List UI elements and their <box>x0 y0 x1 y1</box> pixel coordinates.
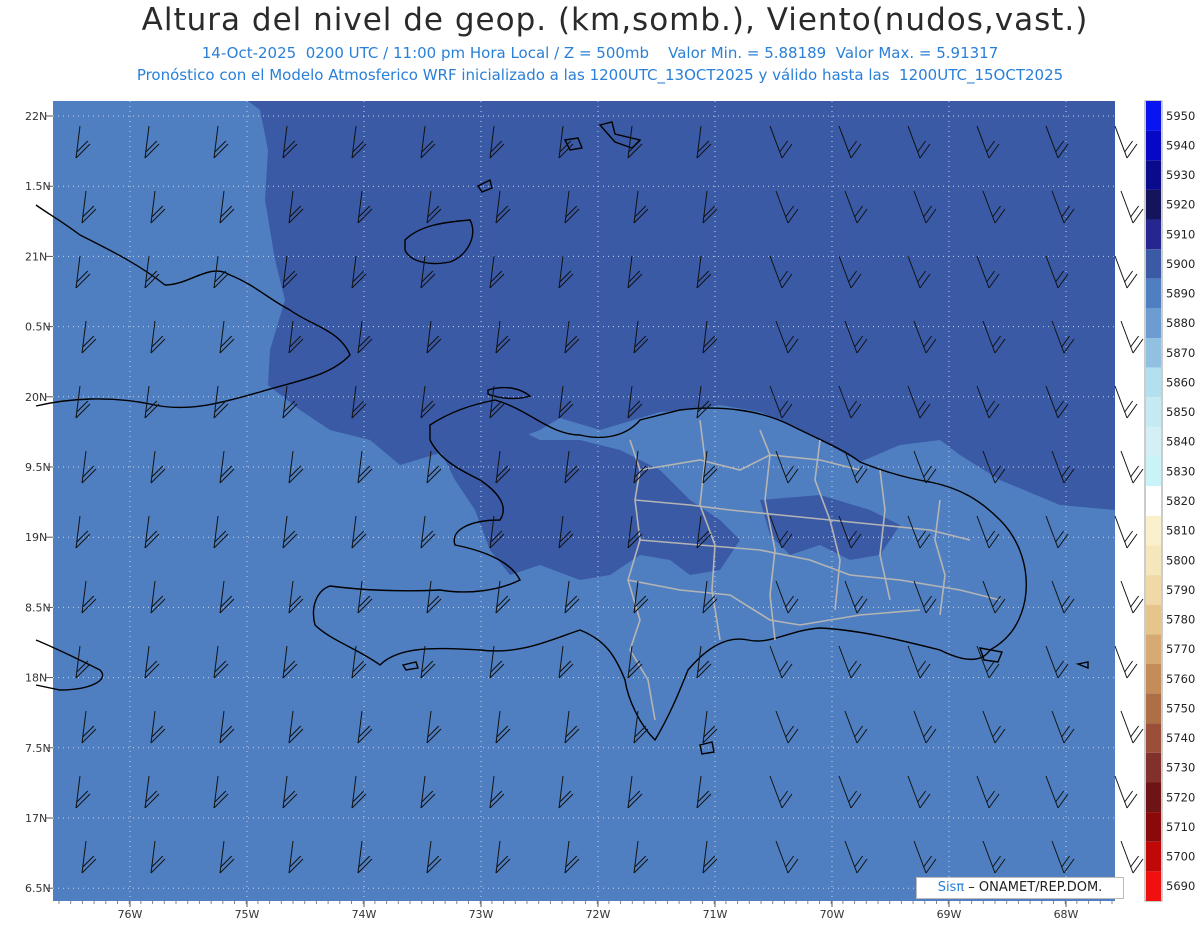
colorbar-label: 5940 <box>1166 138 1195 152</box>
colorbar-swatch <box>1146 575 1161 605</box>
colorbar-swatch <box>1146 456 1161 487</box>
colorbar-label: 5690 <box>1166 879 1195 893</box>
colorbar-label: 5760 <box>1166 672 1195 686</box>
colorbar-label: 5790 <box>1166 583 1195 597</box>
lat-label: 22N <box>25 110 47 123</box>
wind-barb <box>1114 385 1138 419</box>
credit-box: Sisπ – ONAMET/REP.DOM. <box>916 877 1124 899</box>
colorbar-swatch <box>1146 130 1161 161</box>
colorbar-label: 5860 <box>1166 375 1195 389</box>
colorbar-label: 5920 <box>1166 198 1195 212</box>
lat-label: 17N <box>25 812 47 825</box>
colorbar-label: 5780 <box>1166 613 1195 627</box>
colorbar-label: 5710 <box>1166 820 1195 834</box>
colorbar-swatch <box>1146 397 1161 427</box>
colorbar-swatch <box>1146 160 1161 190</box>
colorbar-swatch <box>1146 634 1161 664</box>
colorbar-label: 5740 <box>1166 731 1195 745</box>
colorbar-label: 5730 <box>1166 761 1195 775</box>
colorbar-swatch <box>1146 604 1161 635</box>
lon-label: 70W <box>820 908 845 921</box>
colorbar-label: 5830 <box>1166 464 1195 478</box>
colorbar-swatch <box>1146 752 1161 783</box>
colorbar-label: 5850 <box>1166 405 1195 419</box>
lat-label: 21N <box>25 250 47 263</box>
colorbar-label: 5700 <box>1166 850 1195 864</box>
map-canvas: 22N1.5N21N0.5N20N9.5N19N8.5N18N7.5N17N6.… <box>25 100 1195 921</box>
colorbar-label: 5930 <box>1166 168 1195 182</box>
lon-label: 71W <box>703 908 728 921</box>
lon-label: 69W <box>937 908 962 921</box>
lon-label: 74W <box>352 908 377 921</box>
lon-label: 75W <box>235 908 260 921</box>
colorbar-swatch <box>1146 308 1161 339</box>
colorbar-label: 5840 <box>1166 435 1195 449</box>
wind-barb <box>1120 320 1144 354</box>
colorbar-swatch <box>1146 278 1161 309</box>
colorbar: 5950 5940 5930 5920 5910 5900 5890 5880 5870 5860… <box>1146 101 1195 901</box>
wind-barb <box>1114 125 1138 159</box>
colorbar-label: 5870 <box>1166 346 1195 360</box>
colorbar-label: 5720 <box>1166 790 1195 804</box>
colorbar-label: 5900 <box>1166 257 1195 271</box>
wind-barb <box>1114 775 1138 809</box>
colorbar-swatch <box>1146 871 1161 901</box>
wind-barb <box>1114 515 1138 549</box>
wind-barb <box>1120 710 1144 744</box>
colorbar-swatch <box>1146 219 1161 250</box>
colorbar-label: 5820 <box>1166 494 1195 508</box>
colorbar-swatch <box>1146 693 1161 724</box>
colorbar-label: 5810 <box>1166 524 1195 538</box>
colorbar-label: 5880 <box>1166 316 1195 330</box>
colorbar-swatch <box>1146 723 1161 753</box>
lon-label: 76W <box>118 908 143 921</box>
lon-label: 68W <box>1054 908 1079 921</box>
colorbar-label: 5770 <box>1166 642 1195 656</box>
colorbar-swatch <box>1146 426 1161 457</box>
colorbar-swatch <box>1146 189 1161 220</box>
colorbar-swatch <box>1146 841 1161 872</box>
colorbar-swatch <box>1146 663 1161 694</box>
colorbar-swatch <box>1146 486 1161 516</box>
colorbar-swatch <box>1146 545 1161 576</box>
wind-barb <box>1120 190 1144 224</box>
colorbar-swatch <box>1146 249 1161 279</box>
colorbar-label: 5950 <box>1166 109 1195 123</box>
sis-logo-text: Sisπ <box>937 880 965 895</box>
wind-barb <box>1120 580 1144 614</box>
lat-label: 19N <box>25 531 47 544</box>
colorbar-swatch <box>1146 367 1161 398</box>
colorbar-label: 5910 <box>1166 227 1195 241</box>
wind-barb <box>1114 255 1138 289</box>
colorbar-label: 5890 <box>1166 287 1195 301</box>
lat-label: 20N <box>25 391 47 404</box>
colorbar-label: 5800 <box>1166 553 1195 567</box>
lat-label: 18N <box>25 672 47 685</box>
colorbar-swatch <box>1146 515 1161 546</box>
lon-label: 73W <box>469 908 494 921</box>
colorbar-swatch <box>1146 338 1161 368</box>
wind-barb <box>1120 840 1144 874</box>
colorbar-swatch <box>1146 782 1161 813</box>
wind-barb <box>1120 450 1144 484</box>
lon-label: 72W <box>586 908 611 921</box>
wind-barb <box>1114 645 1138 679</box>
colorbar-label: 5750 <box>1166 701 1195 715</box>
colorbar-swatch <box>1146 812 1161 842</box>
colorbar-swatch <box>1146 101 1161 131</box>
credit-text: – ONAMET/REP.DOM. <box>964 880 1103 895</box>
